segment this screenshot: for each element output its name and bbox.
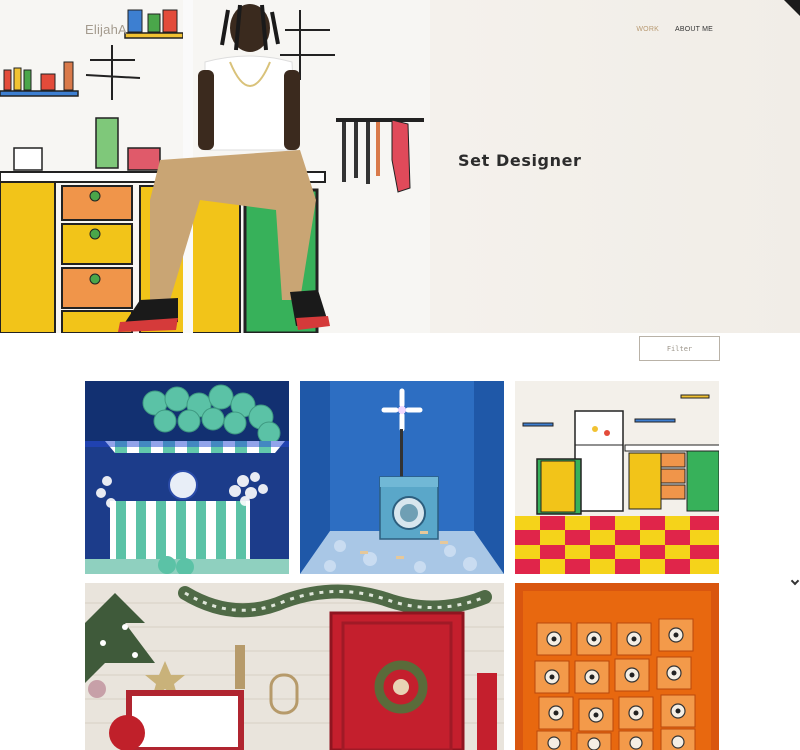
brand-logo[interactable]: ElijahA bbox=[85, 22, 127, 37]
gallery-image bbox=[515, 583, 719, 750]
nav-work-link[interactable]: WORK bbox=[636, 26, 659, 33]
corner-ribbon bbox=[784, 0, 800, 16]
gallery-item-holiday-door[interactable] bbox=[85, 583, 504, 750]
gallery-image bbox=[300, 381, 504, 574]
page-title: Set Designer bbox=[458, 151, 582, 170]
main-nav: WORK ABOUT ME bbox=[636, 26, 713, 33]
gallery-item-balloon-stall[interactable] bbox=[85, 381, 289, 574]
nav-about-link[interactable]: ABOUT ME bbox=[675, 26, 713, 33]
hero-image bbox=[0, 0, 430, 333]
hero-banner: ElijahA WORK ABOUT ME Set Designer bbox=[0, 0, 800, 333]
gallery-item-speaker-wall[interactable] bbox=[515, 583, 719, 750]
gallery-item-washing-machine[interactable] bbox=[300, 381, 504, 574]
gallery-image bbox=[85, 381, 289, 574]
gallery-image bbox=[515, 381, 719, 574]
gallery-image bbox=[85, 583, 504, 750]
gallery-item-cartoon-kitchen[interactable] bbox=[515, 381, 719, 574]
scroll-chevron-icon[interactable] bbox=[790, 576, 800, 586]
filter-button[interactable]: Filter bbox=[639, 336, 720, 361]
